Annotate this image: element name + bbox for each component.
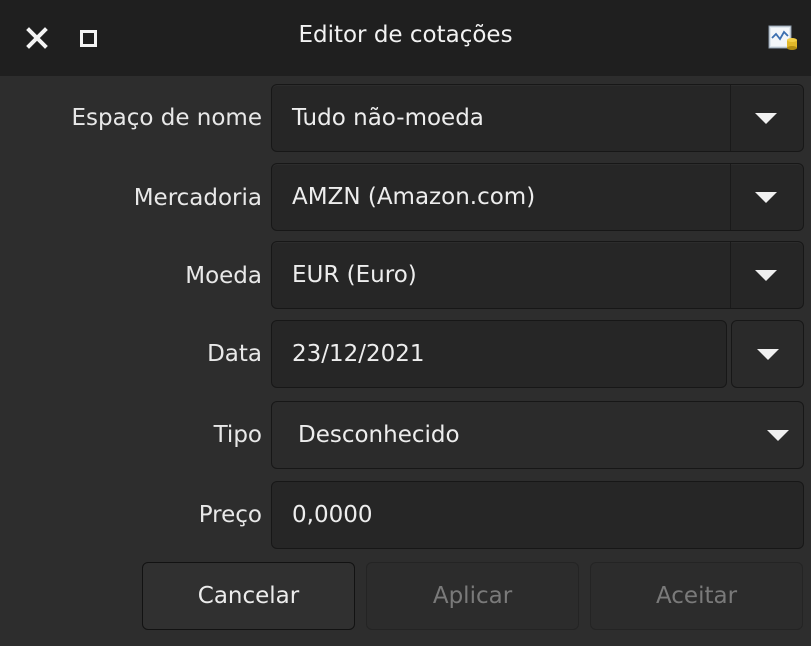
price-input[interactable]: 0,0000 xyxy=(271,481,804,549)
chevron-down-icon xyxy=(767,429,789,441)
date-input[interactable]: 23/12/2021 xyxy=(271,320,727,388)
date-picker-button[interactable] xyxy=(731,320,804,388)
currency-label: Moeda xyxy=(185,263,262,289)
currency-dropdown-button[interactable] xyxy=(729,242,803,308)
ok-button[interactable]: Aceitar xyxy=(590,562,803,630)
window-title: Editor de cotações xyxy=(298,22,513,48)
chevron-down-icon xyxy=(756,348,779,360)
commodity-value: AMZN (Amazon.com) xyxy=(292,184,536,210)
cancel-button[interactable]: Cancelar xyxy=(142,562,355,630)
window-bottom-edge xyxy=(0,640,811,646)
chevron-down-icon xyxy=(755,269,777,281)
date-label: Data xyxy=(207,341,262,367)
price-value: 0,0000 xyxy=(292,502,373,528)
currency-combo[interactable]: EUR (Euro) xyxy=(271,241,804,309)
price-editor-window: Editor de cotações Espaço de nome Tudo n… xyxy=(0,0,811,646)
title-bar: Editor de cotações xyxy=(0,0,811,76)
namespace-dropdown-button[interactable] xyxy=(729,85,803,151)
chevron-down-icon xyxy=(755,191,777,203)
type-dropdown-button[interactable] xyxy=(767,402,789,468)
namespace-label: Espaço de nome xyxy=(71,105,262,131)
type-label: Tipo xyxy=(213,422,262,448)
currency-value: EUR (Euro) xyxy=(292,262,417,288)
apply-button[interactable]: Aplicar xyxy=(366,562,579,630)
namespace-combo[interactable]: Tudo não-moeda xyxy=(271,84,804,152)
commodity-dropdown-button[interactable] xyxy=(729,164,803,230)
commodity-combo[interactable]: AMZN (Amazon.com) xyxy=(271,163,804,231)
price-label: Preço xyxy=(198,502,262,528)
date-value: 23/12/2021 xyxy=(292,341,425,367)
price-editor-app-icon xyxy=(768,25,797,50)
chevron-down-icon xyxy=(755,112,777,124)
commodity-label: Mercadoria xyxy=(133,185,262,211)
type-value: Desconhecido xyxy=(298,422,460,448)
type-combo[interactable]: Desconhecido xyxy=(271,401,804,469)
namespace-value: Tudo não-moeda xyxy=(292,105,484,131)
